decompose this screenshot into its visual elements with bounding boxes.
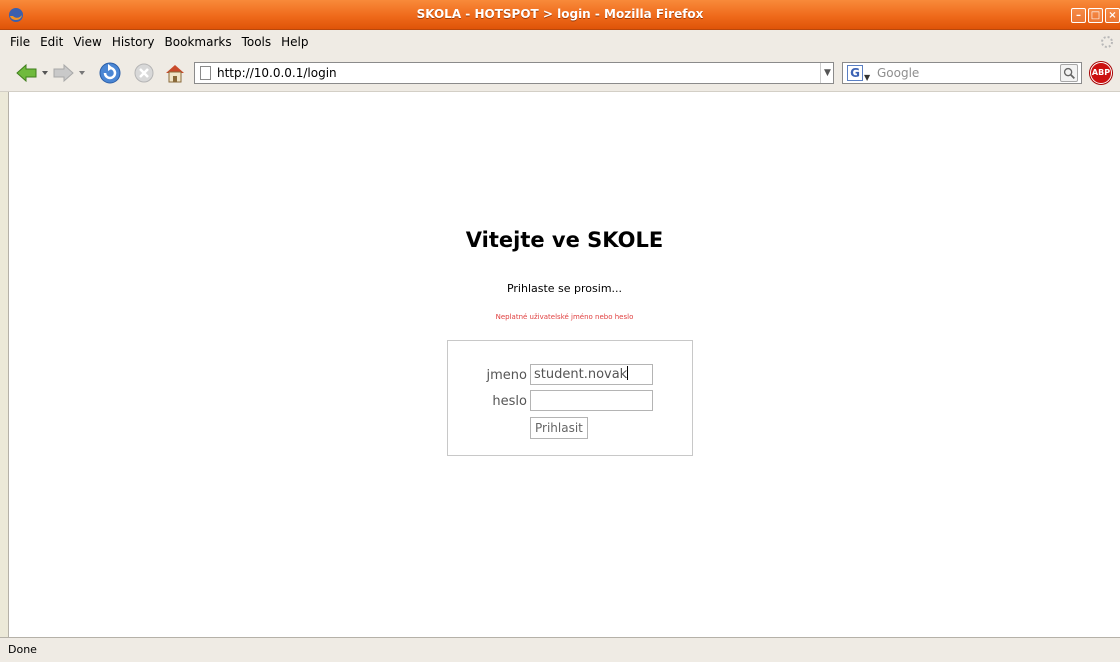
- search-box[interactable]: G ▼ Google: [842, 62, 1082, 84]
- error-message: Neplatné uživatelské jméno nebo heslo: [495, 313, 634, 321]
- search-engine-dropdown-icon[interactable]: ▼: [864, 68, 870, 88]
- password-input[interactable]: [530, 390, 653, 411]
- menu-file[interactable]: File: [10, 35, 30, 49]
- status-bar: Done: [0, 637, 1120, 662]
- magnifier-icon[interactable]: [1060, 64, 1078, 82]
- search-placeholder: Google: [877, 66, 920, 80]
- throbber-icon: [1101, 36, 1113, 48]
- back-arrow-icon[interactable]: [16, 63, 38, 83]
- menu-help[interactable]: Help: [281, 35, 308, 49]
- username-input[interactable]: student.novak: [530, 364, 653, 385]
- google-icon[interactable]: G: [847, 65, 863, 81]
- username-label: jmeno: [486, 368, 527, 383]
- url-bar[interactable]: http://10.0.0.1/login: [194, 62, 834, 84]
- url-history-dropdown[interactable]: ▼: [820, 63, 834, 83]
- url-text: http://10.0.0.1/login: [217, 66, 337, 80]
- menu-bookmarks[interactable]: Bookmarks: [165, 35, 232, 49]
- page-icon: [200, 66, 211, 80]
- home-icon[interactable]: [164, 62, 186, 84]
- maximize-button[interactable]: □: [1088, 8, 1103, 23]
- page-content: Vitejte ve SKOLE Prihlaste se prosim... …: [8, 92, 1120, 637]
- forward-arrow-icon[interactable]: [52, 63, 74, 83]
- forward-dropdown-icon[interactable]: [78, 70, 86, 76]
- window-title: SKOLA - HOTSPOT > login - Mozilla Firefo…: [416, 7, 704, 21]
- close-button[interactable]: ×: [1105, 8, 1120, 23]
- menu-bar: File Edit View History Bookmarks Tools H…: [0, 30, 1120, 54]
- menu-edit[interactable]: Edit: [40, 35, 63, 49]
- text-caret: [627, 366, 629, 380]
- minimize-button[interactable]: –: [1071, 8, 1086, 23]
- login-form: jmeno student.novak heslo Prihlasit: [447, 340, 693, 456]
- page-heading: Vitejte ve SKOLE: [465, 228, 664, 252]
- stop-icon[interactable]: [134, 63, 154, 83]
- status-text: Done: [8, 643, 37, 656]
- menu-history[interactable]: History: [112, 35, 155, 49]
- password-label: heslo: [492, 394, 527, 409]
- back-dropdown-icon[interactable]: [41, 70, 49, 76]
- reload-icon[interactable]: [99, 62, 121, 84]
- login-prompt: Prihlaste se prosim...: [506, 282, 623, 295]
- login-button[interactable]: Prihlasit: [530, 417, 588, 439]
- menu-view[interactable]: View: [73, 35, 101, 49]
- window-controls: – □ ×: [1071, 8, 1120, 23]
- menu-tools[interactable]: Tools: [242, 35, 272, 49]
- window-title-bar: SKOLA - HOTSPOT > login - Mozilla Firefo…: [0, 0, 1120, 30]
- username-value: student.novak: [534, 367, 628, 382]
- adblock-icon[interactable]: ABP: [1090, 62, 1112, 84]
